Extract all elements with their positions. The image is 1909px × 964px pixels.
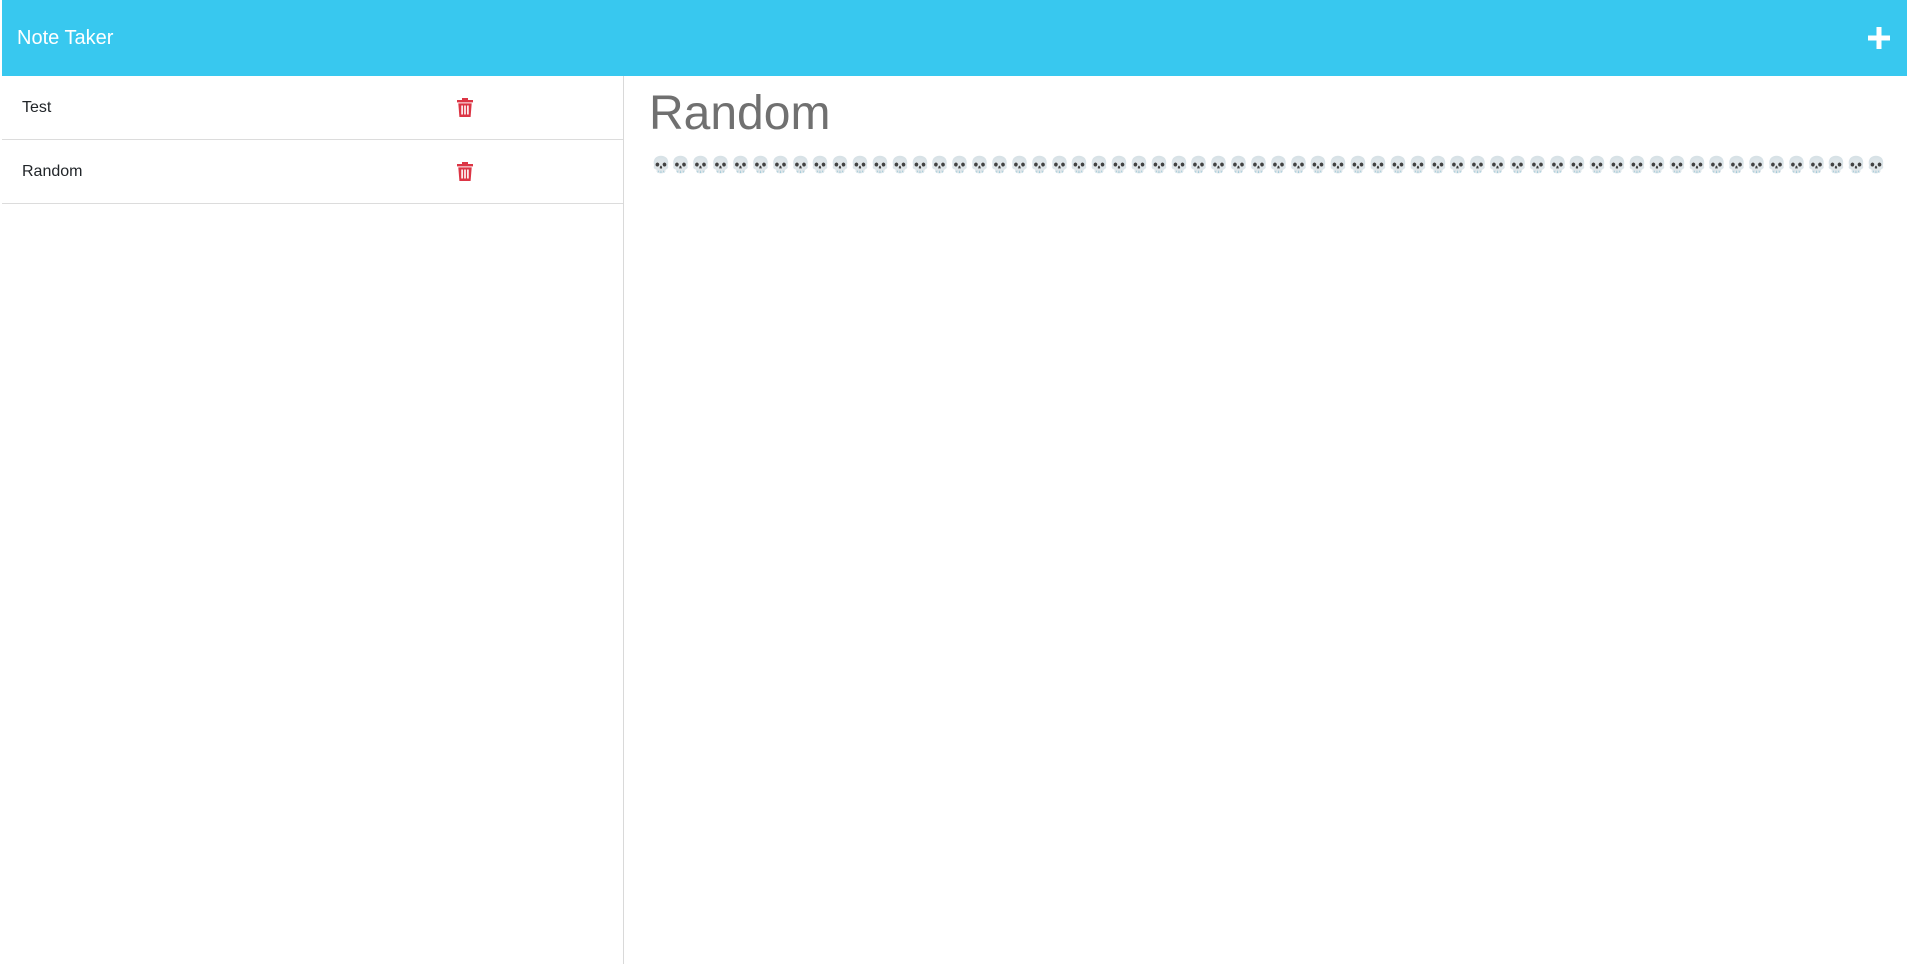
note-taker-app: Note Taker Test Random Random 💀💀💀💀💀💀💀💀💀💀…	[0, 0, 1909, 964]
note-list-sidebar: Test Random	[2, 76, 624, 964]
note-title[interactable]: Random	[22, 163, 82, 181]
note-title[interactable]: Test	[22, 99, 51, 117]
note-title-input[interactable]: Random	[649, 87, 830, 141]
trash-icon	[457, 162, 473, 181]
delete-note-button[interactable]	[456, 162, 474, 182]
brand-title[interactable]: Note Taker	[17, 27, 113, 50]
new-note-button[interactable]	[1865, 24, 1893, 52]
list-item[interactable]: Test	[2, 76, 623, 140]
trash-icon	[457, 98, 473, 117]
note-text-area[interactable]: 💀💀💀💀💀💀💀💀💀💀💀💀💀💀💀💀💀💀💀💀💀💀💀💀💀💀💀💀💀💀💀💀💀💀💀💀💀💀💀💀…	[651, 155, 1891, 175]
navbar: Note Taker	[2, 0, 1907, 76]
list-item[interactable]: Random	[2, 140, 623, 204]
plus-icon	[1868, 27, 1890, 49]
delete-note-button[interactable]	[456, 98, 474, 118]
note-list: Test Random	[2, 76, 623, 204]
note-editor: Random 💀💀💀💀💀💀💀💀💀💀💀💀💀💀💀💀💀💀💀💀💀💀💀💀💀💀💀💀💀💀💀💀💀…	[625, 76, 1909, 964]
